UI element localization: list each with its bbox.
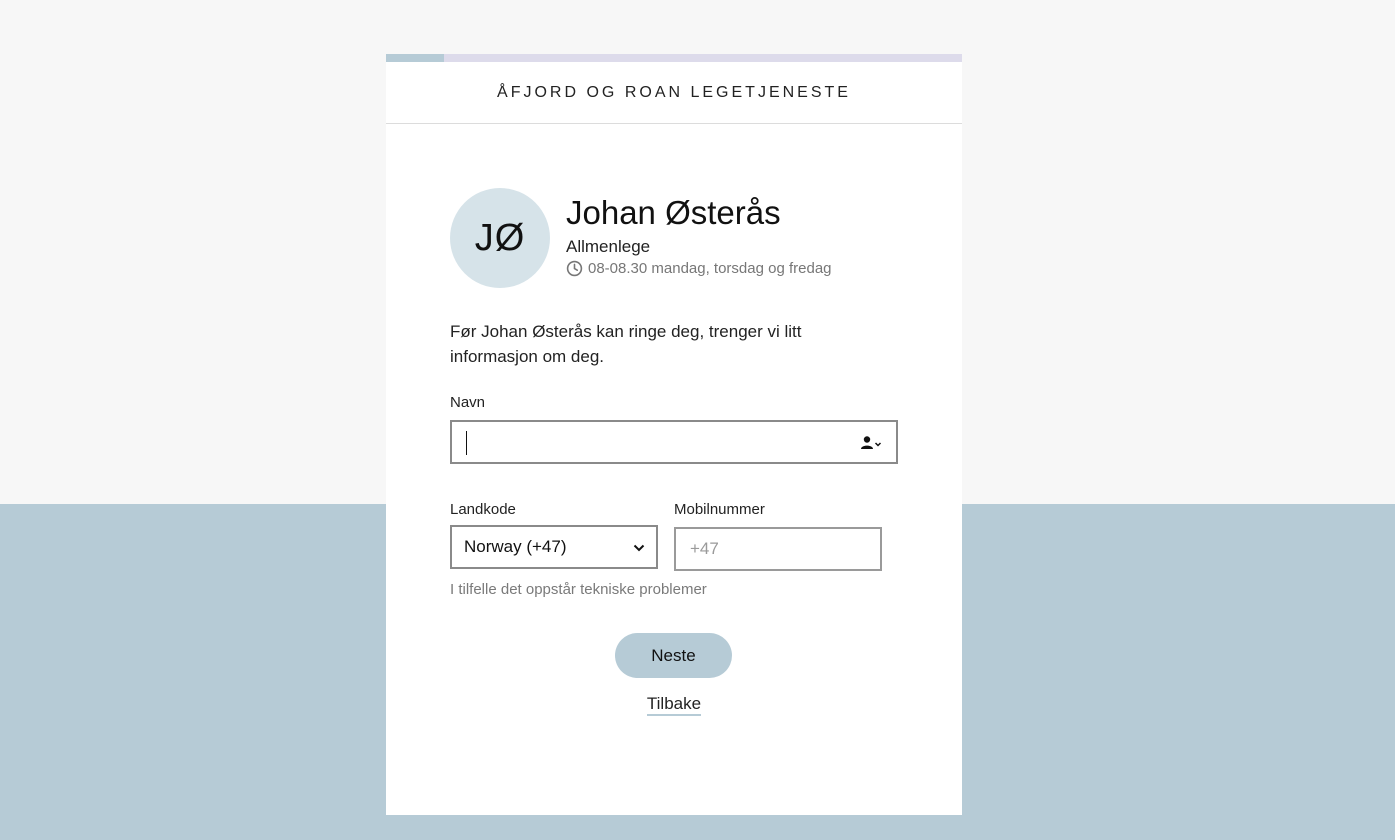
avatar: JØ bbox=[450, 188, 550, 288]
doctor-hours: 08-08.30 mandag, torsdag og fredag bbox=[566, 260, 832, 277]
country-code-select[interactable]: Norway (+47) bbox=[450, 525, 658, 569]
doctor-hours-text: 08-08.30 mandag, torsdag og fredag bbox=[588, 260, 832, 277]
mobile-help-text: I tilfelle det oppstår tekniske probleme… bbox=[450, 581, 707, 598]
clock-icon bbox=[566, 260, 583, 277]
mobile-number-input[interactable]: +47 bbox=[674, 527, 882, 571]
progress-bar bbox=[386, 54, 962, 62]
booking-card: ÅFJORD OG ROAN LEGETJENESTE JØ Johan Øst… bbox=[386, 54, 962, 815]
doctor-role: Allmenlege bbox=[566, 237, 651, 256]
text-caret bbox=[466, 431, 467, 455]
back-link-wrapper: Tilbake bbox=[386, 694, 962, 716]
back-link[interactable]: Tilbake bbox=[646, 694, 702, 716]
name-input[interactable] bbox=[450, 420, 898, 464]
progress-bar-fill bbox=[386, 54, 444, 62]
clinic-name: ÅFJORD OG ROAN LEGETJENESTE bbox=[386, 62, 962, 124]
country-code-value: Norway (+47) bbox=[464, 537, 567, 556]
contact-autofill-icon[interactable] bbox=[860, 435, 882, 451]
intro-text: Før Johan Østerås kan ringe deg, trenger… bbox=[450, 322, 802, 366]
chevron-down-icon bbox=[633, 544, 645, 552]
next-button[interactable]: Neste bbox=[615, 633, 732, 678]
name-label: Navn bbox=[450, 394, 486, 411]
country-code-label: Landkode bbox=[450, 501, 516, 518]
doctor-name: Johan Østerås bbox=[566, 194, 781, 231]
mobile-number-placeholder: +47 bbox=[690, 539, 719, 558]
mobile-number-label: Mobilnummer bbox=[674, 501, 765, 518]
